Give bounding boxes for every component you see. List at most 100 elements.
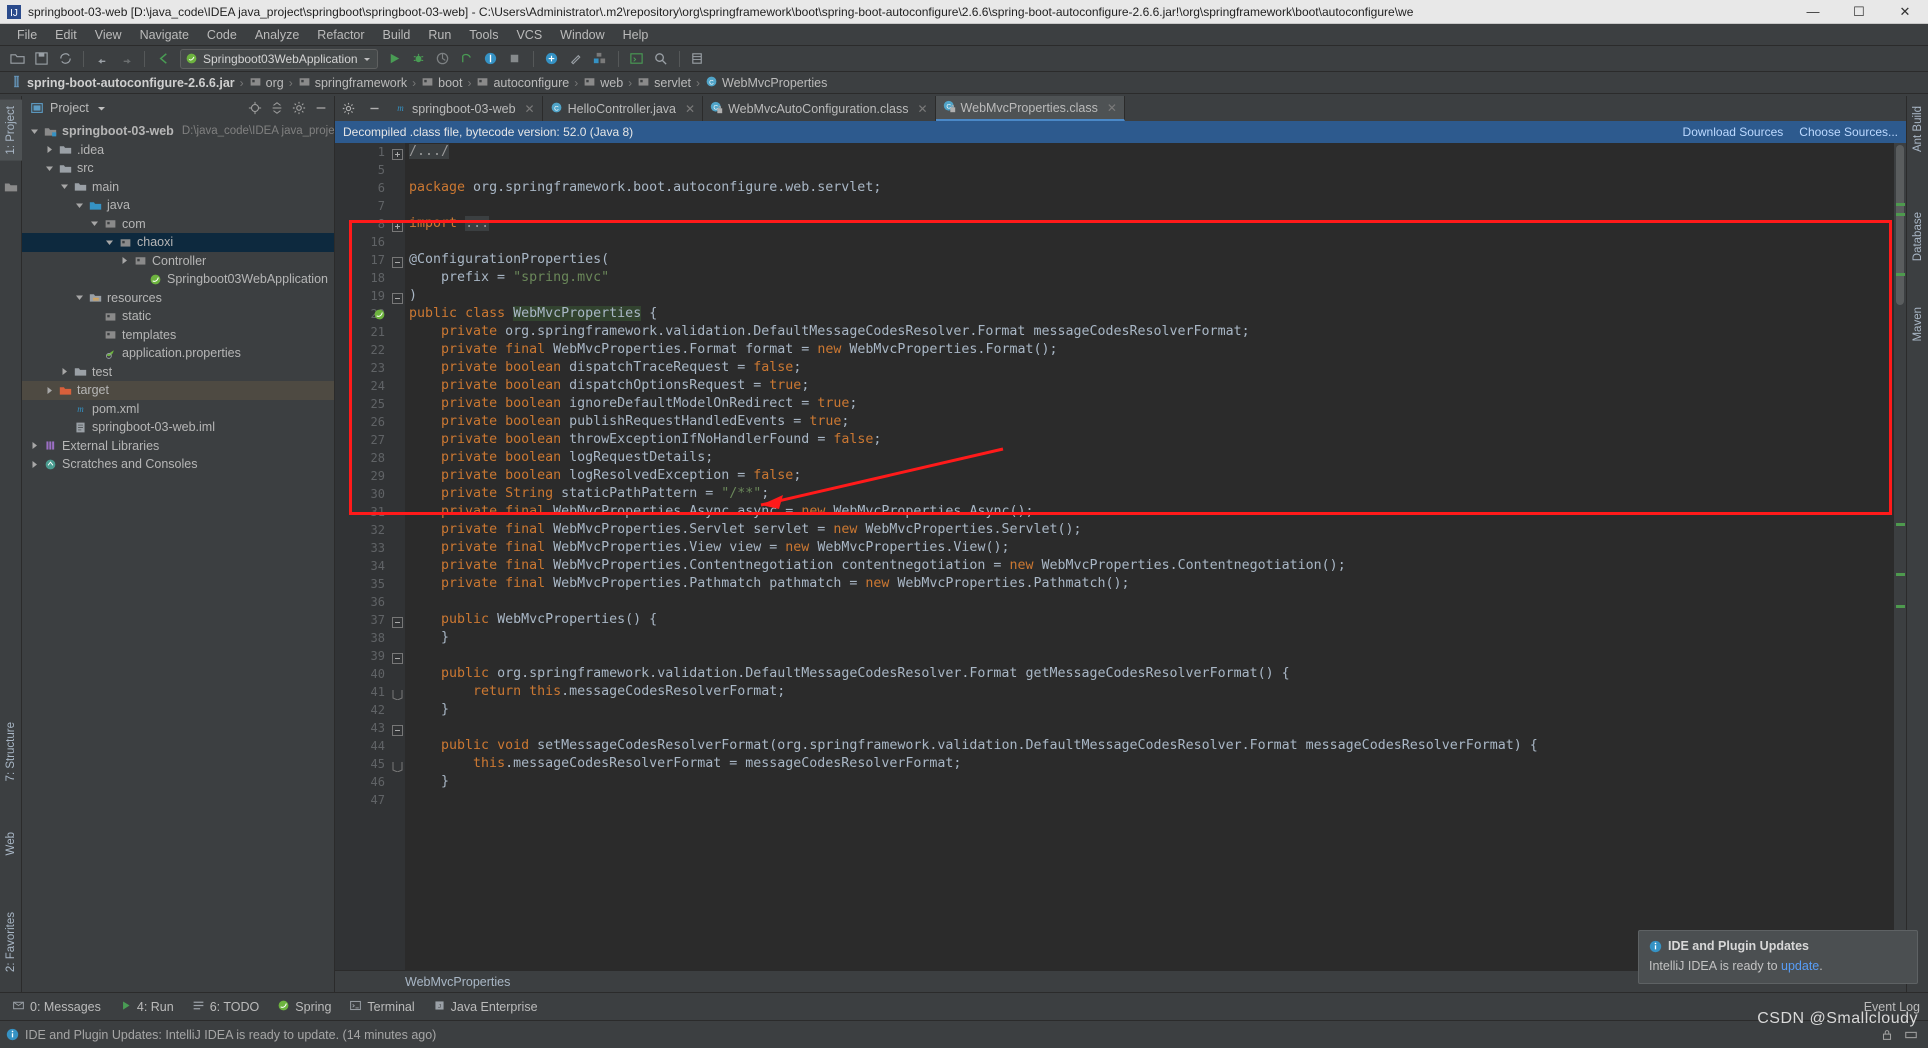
- sidebar-item-maven[interactable]: Maven: [1907, 301, 1928, 348]
- fold-minus-icon[interactable]: [392, 615, 403, 628]
- bottom-tool-4-run[interactable]: 4: Run: [111, 996, 182, 1018]
- chevron-down-icon[interactable]: [73, 199, 86, 212]
- breadcrumb-item-web[interactable]: web: [583, 75, 623, 91]
- profiler-icon[interactable]: [456, 48, 478, 70]
- code-content[interactable]: /.../ package org.springframework.boot.au…: [405, 143, 1894, 970]
- database-icon[interactable]: [687, 48, 709, 70]
- breadcrumb-item-servlet[interactable]: servlet: [637, 75, 691, 91]
- close-icon[interactable]: ✕: [917, 102, 927, 116]
- sidebar-item-database[interactable]: Database: [1907, 206, 1928, 267]
- menu-item-refactor[interactable]: Refactor: [308, 26, 373, 44]
- menu-item-code[interactable]: Code: [198, 26, 246, 44]
- breadcrumb-item-boot[interactable]: boot: [421, 75, 462, 91]
- debug-icon[interactable]: [408, 48, 430, 70]
- hide-panel-icon[interactable]: [312, 99, 330, 117]
- run-icon[interactable]: [384, 48, 406, 70]
- popup-update-link[interactable]: update: [1781, 959, 1819, 973]
- menu-item-file[interactable]: File: [8, 26, 46, 44]
- bottom-tool-java-enterprise[interactable]: J Java Enterprise: [425, 996, 546, 1018]
- tree-node-com[interactable]: com: [22, 215, 334, 234]
- breadcrumb-item-org[interactable]: org: [249, 75, 284, 91]
- redo-icon[interactable]: [115, 48, 137, 70]
- project-structure-icon[interactable]: [589, 48, 611, 70]
- tree-node-java[interactable]: java: [22, 196, 334, 215]
- minimize-button[interactable]: —: [1790, 0, 1836, 24]
- scrollbar-thumb[interactable]: [1896, 145, 1904, 305]
- editor-tab-webmvcautoconfiguration-class[interactable]: C WebMvcAutoConfiguration.class ✕: [703, 96, 936, 121]
- search-icon[interactable]: [650, 48, 672, 70]
- tree-node-springboot-03-web-iml[interactable]: springboot-03-web.iml: [22, 418, 334, 437]
- breadcrumb-item-springframework[interactable]: springframework: [298, 75, 407, 91]
- bottom-tool-6-todo[interactable]: 6: TODO: [184, 996, 268, 1018]
- fold-minus-icon[interactable]: [392, 723, 403, 736]
- close-button[interactable]: ✕: [1882, 0, 1928, 24]
- tree-node-springboot03webapplication[interactable]: Springboot03WebApplication: [22, 270, 334, 289]
- tree-node-controller[interactable]: Controller: [22, 252, 334, 271]
- chevron-down-icon[interactable]: [93, 99, 111, 117]
- chevron-down-icon[interactable]: [58, 180, 71, 193]
- run-anything-icon[interactable]: [626, 48, 648, 70]
- tree-node-templates[interactable]: templates: [22, 326, 334, 345]
- chevron-down-icon[interactable]: [73, 291, 86, 304]
- tree-node-main[interactable]: main: [22, 178, 334, 197]
- choose-sources-link[interactable]: Choose Sources...: [1799, 125, 1898, 139]
- breadcrumb-item-autoconfigure[interactable]: autoconfigure: [476, 75, 569, 91]
- chevron-right-icon[interactable]: [43, 384, 56, 397]
- build-icon[interactable]: [565, 48, 587, 70]
- sidebar-item-structure[interactable]: 7: Structure: [0, 716, 22, 787]
- breadcrumb-item-webmvcproperties[interactable]: C WebMvcProperties: [705, 75, 827, 91]
- bottom-tool-spring[interactable]: Spring: [269, 996, 339, 1018]
- open-icon[interactable]: [6, 48, 28, 70]
- menu-item-navigate[interactable]: Navigate: [131, 26, 198, 44]
- maximize-button[interactable]: ☐: [1836, 0, 1882, 24]
- menu-item-view[interactable]: View: [86, 26, 131, 44]
- tree-node-pom-xml[interactable]: m pom.xml: [22, 400, 334, 419]
- fold-plus-icon[interactable]: [392, 147, 403, 160]
- tree-node-resources[interactable]: resources: [22, 289, 334, 308]
- tab-hide-icon[interactable]: [361, 96, 387, 121]
- download-sources-link[interactable]: Download Sources: [1683, 125, 1784, 139]
- fold-column[interactable]: [391, 143, 405, 970]
- chevron-down-icon[interactable]: [28, 125, 41, 138]
- menu-item-run[interactable]: Run: [419, 26, 460, 44]
- notification-popup[interactable]: IDE and Plugin Updates IntelliJ IDEA is …: [1638, 930, 1918, 984]
- back-icon[interactable]: [152, 48, 174, 70]
- attach-debugger-icon[interactable]: [480, 48, 502, 70]
- tree-node-src[interactable]: src: [22, 159, 334, 178]
- sidebar-item-project[interactable]: 1: Project: [0, 100, 22, 161]
- fold-end-icon[interactable]: [392, 759, 403, 773]
- update-app-icon[interactable]: [541, 48, 563, 70]
- tree-node-springboot-03-web[interactable]: springboot-03-web D:\java_code\IDEA java_…: [22, 122, 334, 141]
- fold-minus-icon[interactable]: [392, 291, 403, 304]
- chevron-right-icon[interactable]: [58, 365, 71, 378]
- run-with-coverage-icon[interactable]: [432, 48, 454, 70]
- tree-node--idea[interactable]: .idea: [22, 141, 334, 160]
- fold-plus-icon[interactable]: [392, 219, 403, 232]
- sidebar-item-favorites[interactable]: 2: Favorites: [0, 906, 22, 978]
- menu-item-tools[interactable]: Tools: [460, 26, 507, 44]
- expand-collapse-icon[interactable]: [268, 99, 286, 117]
- tree-node-target[interactable]: target: [22, 381, 334, 400]
- gear-icon[interactable]: [290, 99, 308, 117]
- tree-node-chaoxi[interactable]: chaoxi: [22, 233, 334, 252]
- fold-end-icon[interactable]: [392, 687, 403, 701]
- menu-item-build[interactable]: Build: [374, 26, 420, 44]
- memory-indicator-icon[interactable]: [1904, 1028, 1918, 1042]
- menu-item-analyze[interactable]: Analyze: [246, 26, 308, 44]
- tree-node-scratches-and-consoles[interactable]: Scratches and Consoles: [22, 455, 334, 474]
- sidebar-item-web[interactable]: Web: [0, 826, 22, 861]
- code-editor[interactable]: 1567816171819202122232425262728293031323…: [335, 143, 1906, 970]
- close-icon[interactable]: ✕: [685, 102, 695, 116]
- fold-minus-icon[interactable]: [392, 651, 403, 664]
- chevron-down-icon[interactable]: [43, 162, 56, 175]
- tree-node-static[interactable]: static: [22, 307, 334, 326]
- run-gutter-icon[interactable]: [373, 308, 386, 326]
- close-icon[interactable]: ✕: [525, 102, 535, 116]
- fold-minus-icon[interactable]: [392, 255, 403, 268]
- close-icon[interactable]: ✕: [1107, 101, 1117, 115]
- locate-icon[interactable]: [246, 99, 264, 117]
- stop-icon[interactable]: [504, 48, 526, 70]
- editor-tab-webmvcproperties-class[interactable]: C WebMvcProperties.class ✕: [935, 96, 1125, 121]
- menu-item-vcs[interactable]: VCS: [507, 26, 551, 44]
- undo-icon[interactable]: [91, 48, 113, 70]
